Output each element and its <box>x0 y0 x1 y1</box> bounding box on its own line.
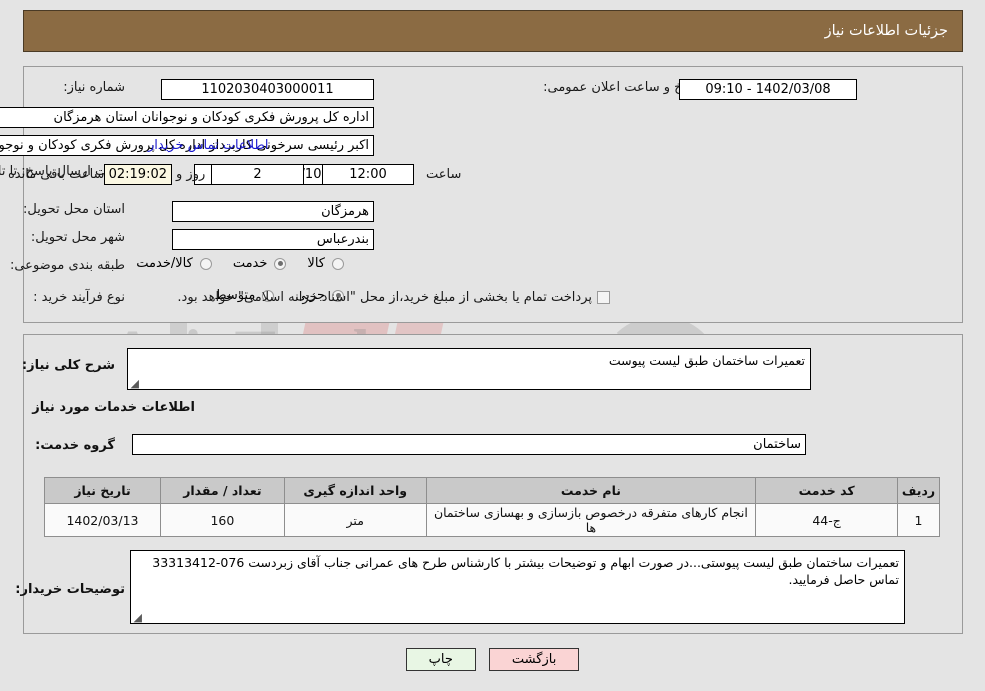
deadline-time-label: ساعت <box>426 167 462 182</box>
cell-row: 1 <box>897 503 940 537</box>
general-desc-label: شرح کلی نیاز: <box>21 358 115 373</box>
delivery-city-label: شهر محل تحویل: <box>30 230 125 245</box>
page-root: AriaTender.net جزئیات اطلاعات نیاز شماره… <box>0 0 985 691</box>
deadline-countdown-field: 02:19:02 <box>104 164 172 185</box>
treasury-docs-checkbox-row[interactable]: پرداخت تمام یا بخشی از مبلغ خرید،از محل … <box>177 290 610 305</box>
subject-class-label: طبقه بندی موضوعی: <box>9 258 125 273</box>
announce-datetime-label: تاریخ و ساعت اعلان عمومی: <box>543 80 700 95</box>
buyer-contact-link[interactable]: اطلاعات تماس خریدار <box>148 138 268 153</box>
subject-class-option-1-label: خدمت <box>232 256 268 271</box>
treasury-docs-checkbox[interactable] <box>597 291 610 304</box>
subject-class-radio-group: کالا خدمت کالا/خدمت <box>136 256 365 271</box>
buyer-notes-label: توضیحات خریدار: <box>15 582 125 597</box>
table-row: 1 ج-44 انجام کارهای متفرقه درخصوص بازساز… <box>44 503 940 537</box>
deadline-time-field: 12:00 <box>322 164 414 185</box>
buyer-notes-value: تعمیرات ساختمان طبق لیست پیوستی...در صور… <box>152 555 899 587</box>
col-unit: واحد اندازه گیری <box>283 477 427 504</box>
footer-button-row: بازگشت چاپ <box>0 648 985 671</box>
services-table: ردیف کد خدمت نام خدمت واحد اندازه گیری ت… <box>44 477 940 537</box>
delivery-province-label: استان محل تحویل: <box>23 202 125 217</box>
general-desc-value: تعمیرات ساختمان طبق لیست پیوست <box>608 353 805 368</box>
radio-icon[interactable] <box>199 257 212 270</box>
radio-icon[interactable] <box>274 257 287 270</box>
print-button[interactable]: چاپ <box>405 648 476 671</box>
cell-code: ج-44 <box>755 503 899 537</box>
col-row: ردیف <box>897 477 940 504</box>
subject-class-option-2-label: کالا/خدمت <box>136 256 193 271</box>
buyer-notes-textarea[interactable]: تعمیرات ساختمان طبق لیست پیوستی...در صور… <box>130 550 905 624</box>
resize-grip-icon[interactable]: ◢ <box>133 612 142 623</box>
subject-class-option-1[interactable]: خدمت <box>233 256 290 271</box>
deadline-days-field: 2 <box>211 164 304 185</box>
deadline-days-unit-label: روز و <box>176 167 206 182</box>
cell-date: 1402/03/13 <box>44 503 161 537</box>
general-desc-textarea[interactable]: تعمیرات ساختمان طبق لیست پیوست ◢ <box>127 348 811 390</box>
delivery-province-field: هرمزگان <box>172 201 374 222</box>
service-group-field: ساختمان <box>132 434 806 455</box>
back-button[interactable]: بازگشت <box>488 648 580 671</box>
cell-unit: متر <box>283 503 427 537</box>
deadline-countdown-suffix-label: ساعت باقی مانده <box>8 167 105 182</box>
need-info-panel <box>23 66 963 323</box>
radio-icon[interactable] <box>332 257 344 270</box>
services-section-title: اطلاعات خدمات مورد نیاز <box>32 400 195 415</box>
treasury-docs-note: پرداخت تمام یا بخشی از مبلغ خرید،از محل … <box>177 290 592 305</box>
subject-class-option-0-label: کالا <box>307 256 325 271</box>
announce-datetime-field: 1402/03/08 - 09:10 <box>679 79 857 100</box>
subject-class-option-2[interactable]: کالا/خدمت <box>136 256 215 271</box>
subject-class-option-0[interactable]: کالا <box>307 256 347 271</box>
page-header: جزئیات اطلاعات نیاز <box>23 10 963 52</box>
service-group-label: گروه خدمت: <box>35 438 115 453</box>
table-header-row: ردیف کد خدمت نام خدمت واحد اندازه گیری ت… <box>44 477 940 504</box>
col-name: نام خدمت <box>425 477 757 504</box>
cell-qty: 160 <box>159 503 285 537</box>
col-qty: تعداد / مقدار <box>159 477 285 504</box>
delivery-city-field: بندرعباس <box>172 229 374 250</box>
page-title: جزئیات اطلاعات نیاز <box>824 23 948 39</box>
col-code: کد خدمت <box>755 477 899 504</box>
col-date: تاریخ نیاز <box>44 477 161 504</box>
need-number-field: 1102030403000011 <box>161 79 374 100</box>
purchase-process-label: نوع فرآیند خرید : <box>33 290 125 305</box>
need-number-label: شماره نیاز: <box>63 80 125 95</box>
buyer-org-field: اداره کل پرورش فکری کودکان و نوجوانان اس… <box>0 107 374 128</box>
resize-grip-icon[interactable]: ◢ <box>130 378 139 389</box>
cell-name: انجام کارهای متفرقه درخصوص بازسازی و بهس… <box>425 503 757 537</box>
